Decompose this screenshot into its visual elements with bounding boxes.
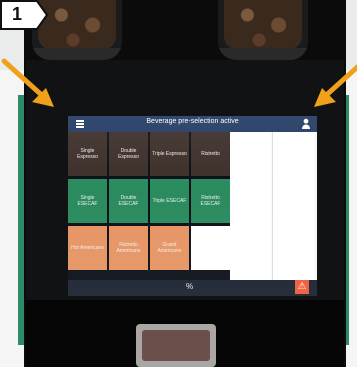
tile-label: Ristretto Americano <box>116 242 141 254</box>
tile-1[interactable]: Single Espresso <box>68 132 107 176</box>
tile-10[interactable]: Ristretto Americano <box>109 226 148 270</box>
touch-screen: Beverage pre-selection active Single Esp… <box>68 116 317 296</box>
screen-title: Beverage pre-selection active <box>146 118 239 125</box>
tile-12[interactable] <box>191 226 230 270</box>
tile-11[interactable]: Grand Americano <box>150 226 189 270</box>
tile-4[interactable]: Ristretto <box>191 132 230 176</box>
tile-label: Ristretto ESECAF <box>200 195 221 207</box>
callout-badge <box>0 0 48 30</box>
photo-scene: Beverage pre-selection active Single Esp… <box>0 0 357 367</box>
menu-icon[interactable] <box>76 119 84 129</box>
cup-column-2[interactable] <box>272 132 314 288</box>
tile-label: Hot Americano <box>71 245 104 251</box>
tile-5[interactable]: Single ESECAF <box>68 179 107 223</box>
hopper-lid <box>218 48 308 60</box>
screen-bottom-bar: % ⚠ <box>68 280 317 296</box>
tile-6[interactable]: Double ESECAF <box>109 179 148 223</box>
tile-7[interactable]: Triple ESECAF <box>150 179 189 223</box>
drip-tray <box>136 324 216 367</box>
cup-column-1[interactable] <box>230 132 271 288</box>
coffee-beans <box>224 0 302 50</box>
tile-label: Single Espresso <box>77 148 98 160</box>
right-bean-hopper <box>218 0 308 60</box>
callout-number: 1 <box>12 4 23 24</box>
tile-9[interactable]: Hot Americano <box>68 226 107 270</box>
cup-size-panel <box>230 132 317 288</box>
tile-label: Ristretto <box>201 151 220 157</box>
tile-label: Single ESECAF <box>77 195 98 207</box>
warning-icon[interactable]: ⚠ <box>295 280 309 294</box>
tile-label: Double ESECAF <box>118 195 139 207</box>
left-arrow-icon <box>1 58 54 107</box>
tile-2[interactable]: Double Espresso <box>109 132 148 176</box>
tile-3[interactable]: Triple Espresso <box>150 132 189 176</box>
screen-top-bar: Beverage pre-selection active <box>68 116 317 132</box>
tile-8[interactable]: Ristretto ESECAF <box>191 179 230 223</box>
tile-label: Triple Espresso <box>152 151 187 157</box>
beverage-selection-area: Single Espresso Double Espresso Triple E… <box>68 132 317 288</box>
right-arrow-icon <box>314 63 357 107</box>
coffee-beans <box>38 0 116 50</box>
tile-label: Double Espresso <box>118 148 139 160</box>
tile-label: Grand Americano <box>157 242 182 254</box>
tile-label: Triple ESECAF <box>152 198 187 204</box>
percent-indicator: % <box>186 282 194 291</box>
